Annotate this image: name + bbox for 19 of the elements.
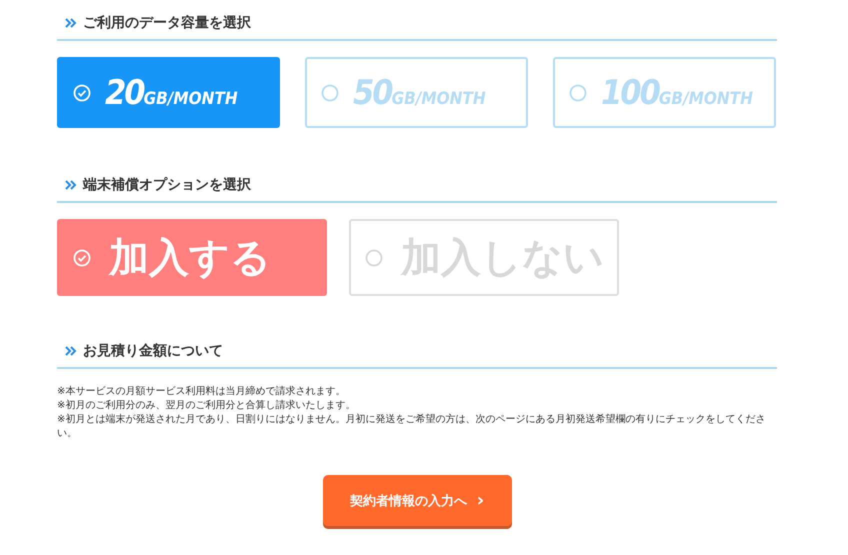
plan-option[interactable]: 50GB/MONTH: [305, 57, 528, 128]
section-heading: ご利用のデータ容量を選択: [83, 14, 251, 32]
double-chevron-icon: [65, 346, 77, 356]
note-text: ※本サービスの月額サービス利用料は当月締めで請求されます。: [57, 385, 346, 399]
radio-circle-icon: [365, 248, 383, 266]
plan-option[interactable]: 100GB/MONTH: [553, 57, 776, 128]
radio-circle-icon: [321, 84, 339, 102]
check-circle-icon: [73, 248, 91, 266]
section-heading: 端末補償オプションを選択: [83, 176, 251, 194]
note-text: ※初月のご利用分のみ、翌月のご利用分と合算し請求いたします。: [57, 399, 356, 413]
next-button[interactable]: 契約者情報の入力へ ›: [322, 475, 512, 526]
double-chevron-icon: [65, 18, 77, 28]
section-heading: お見積り金額について: [83, 342, 223, 360]
check-circle-icon: [73, 84, 91, 102]
plan-option[interactable]: 20GB/MONTH: [57, 57, 280, 128]
radio-circle-icon: [569, 84, 587, 102]
option-button[interactable]: 加入する: [57, 219, 327, 296]
note-text: ※初月とは端末が発送された月であり、日割りにはなりません。月初に発送をご希望の方は、次のページにある月初発送希望欄の有りにチェックをしてください。: [57, 413, 766, 441]
double-chevron-icon: [65, 180, 77, 190]
